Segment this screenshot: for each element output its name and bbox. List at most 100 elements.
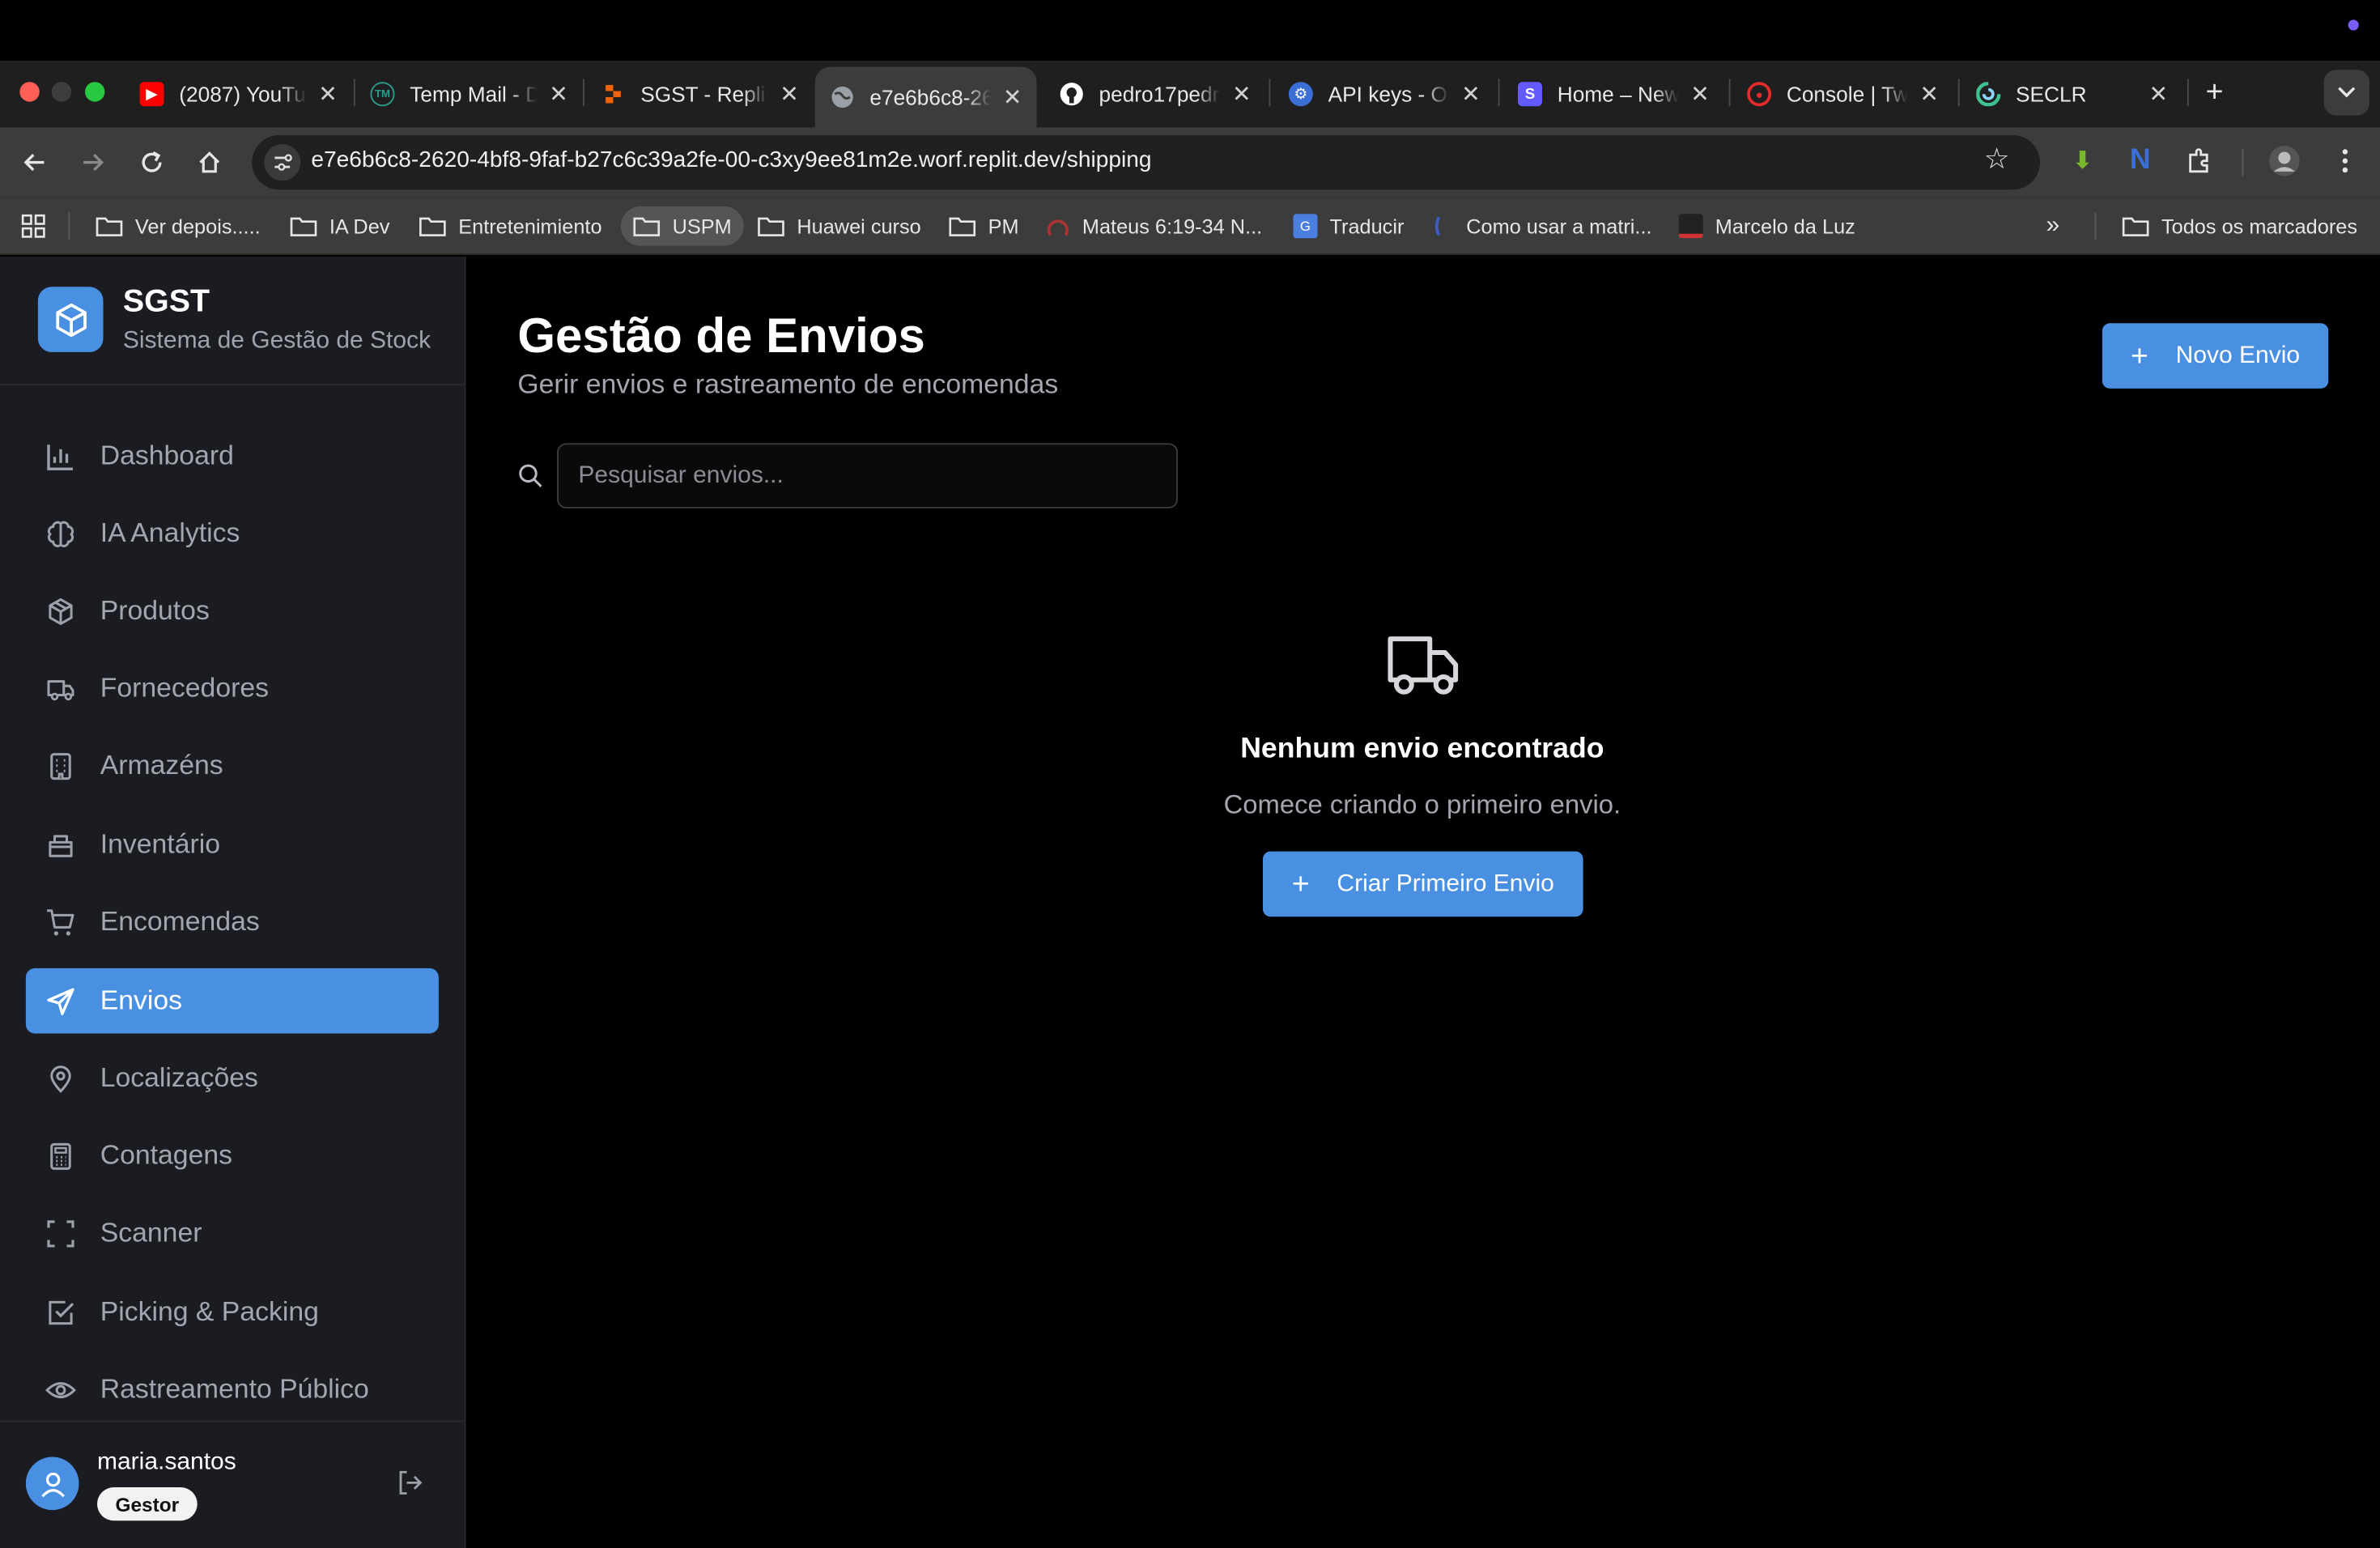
sidebar-item-label: Envios bbox=[100, 985, 183, 1016]
sidebar-item-dashboard[interactable]: Dashboard bbox=[26, 423, 439, 489]
brand-title: SGST bbox=[122, 283, 210, 319]
bookmark-label: Huawei curso bbox=[797, 215, 921, 238]
sidebar-item-localizacoes[interactable]: Localizações bbox=[26, 1046, 439, 1112]
back-button[interactable] bbox=[15, 142, 55, 182]
brain-icon bbox=[44, 517, 77, 550]
sidebar-item-label: Contagens bbox=[100, 1139, 233, 1171]
close-window-button[interactable] bbox=[19, 82, 40, 102]
logout-icon[interactable] bbox=[396, 1469, 427, 1499]
extensions-puzzle-icon[interactable] bbox=[2181, 142, 2217, 179]
bookmark-star-icon[interactable]: ☆ bbox=[1984, 142, 2010, 177]
search-icon bbox=[517, 463, 543, 489]
close-tab-icon[interactable]: ✕ bbox=[1001, 85, 1025, 111]
url-text[interactable]: e7e6b6c8-2620-4bf8-9faf-b27c6c39a2fe-00-… bbox=[311, 147, 1151, 173]
browser-tab[interactable]: ● Console | Twilio ✕ bbox=[1732, 70, 1953, 118]
map-pin-icon bbox=[44, 1061, 77, 1095]
minimize-window-button[interactable] bbox=[51, 82, 72, 102]
search-input[interactable] bbox=[557, 443, 1178, 508]
sidebar-item-label: Scanner bbox=[100, 1217, 202, 1248]
button-label: Criar Primeiro Envio bbox=[1337, 870, 1554, 896]
scan-icon bbox=[44, 1216, 77, 1249]
browser-tab[interactable]: pedro17pedro ✕ bbox=[1044, 70, 1266, 118]
logo-cube-icon bbox=[37, 287, 104, 352]
sidebar-item-encomendas[interactable]: Encomendas bbox=[26, 889, 439, 955]
home-button[interactable] bbox=[189, 142, 229, 182]
sidebar-item-picking-packing[interactable]: Picking & Packing bbox=[26, 1279, 439, 1345]
arrow-left-icon bbox=[23, 154, 45, 172]
bookmark-link[interactable]: G Traducir bbox=[1284, 206, 1413, 246]
download-extension-icon[interactable]: ⬇ bbox=[2064, 142, 2101, 179]
close-tab-icon[interactable]: ✕ bbox=[2146, 82, 2170, 108]
new-shipment-button[interactable]: + Novo Envio bbox=[2102, 323, 2329, 389]
folder-icon bbox=[758, 215, 785, 236]
sidebar-item-ia-analytics[interactable]: IA Analytics bbox=[26, 501, 439, 567]
sidebar-item-armazens[interactable]: Armazéns bbox=[26, 733, 439, 798]
sidebar-item-produtos[interactable]: Produtos bbox=[26, 578, 439, 644]
tab-title: Home – Newsletter bbox=[1557, 82, 1679, 107]
github-icon bbox=[1060, 82, 1084, 106]
sidebar-item-fornecedores[interactable]: Fornecedores bbox=[26, 656, 439, 721]
bible-app-icon bbox=[1046, 214, 1070, 238]
bookmark-link[interactable]: Marcelo da Luz bbox=[1670, 206, 1865, 246]
all-bookmarks-folder[interactable]: Todos os marcadores bbox=[2113, 206, 2366, 246]
twilio-icon: ● bbox=[1747, 82, 1772, 107]
browser-tab[interactable]: TM Temp Mail - Disposable ✕ bbox=[355, 70, 583, 118]
translate-icon: G bbox=[1293, 214, 1318, 239]
browser-tab-active[interactable]: e7e6b6c8-2620 ✕ bbox=[814, 66, 1037, 128]
replit-icon bbox=[601, 82, 626, 106]
browser-tab[interactable]: SGST - Replit ✕ bbox=[586, 70, 814, 118]
reload-icon bbox=[142, 151, 162, 172]
close-tab-icon[interactable]: ✕ bbox=[777, 82, 801, 108]
sidebar-item-scanner[interactable]: Scanner bbox=[26, 1201, 439, 1266]
close-tab-icon[interactable]: ✕ bbox=[1917, 82, 1941, 108]
maximize-window-button[interactable] bbox=[85, 82, 105, 102]
youtube-icon: ▶ bbox=[139, 82, 164, 107]
tab-separator bbox=[1498, 79, 1500, 107]
close-tab-icon[interactable]: ✕ bbox=[1230, 82, 1254, 108]
page-subtitle: Gerir envios e rastreamento de encomenda… bbox=[517, 368, 1059, 399]
apps-grid-icon[interactable] bbox=[12, 206, 55, 246]
tab-separator bbox=[1957, 79, 1960, 107]
archive-icon bbox=[44, 828, 77, 861]
new-tab-button[interactable]: + bbox=[2195, 73, 2234, 113]
sidebar-item-contagens[interactable]: Contagens bbox=[26, 1123, 439, 1189]
browser-tab[interactable]: ▶ (2087) YouTube ✕ bbox=[125, 70, 352, 118]
bookmark-folder[interactable]: PM bbox=[940, 206, 1028, 246]
browser-menu-icon[interactable] bbox=[2327, 142, 2363, 179]
folder-icon bbox=[290, 215, 317, 236]
close-tab-icon[interactable]: ✕ bbox=[546, 82, 571, 108]
forward-button[interactable] bbox=[73, 142, 113, 182]
sidebar-item-label: IA Analytics bbox=[100, 517, 240, 548]
sidebar-item-rastreamento-publico[interactable]: Rastreamento Público bbox=[26, 1357, 439, 1423]
browser-tab[interactable]: S Home – Newsletter ✕ bbox=[1502, 70, 1724, 118]
sidebar-item-envios[interactable]: Envios bbox=[25, 968, 439, 1034]
profile-avatar-icon[interactable] bbox=[2266, 142, 2302, 179]
bookmark-folder[interactable]: USPM bbox=[620, 206, 744, 246]
bookmark-label: Ver depois..... bbox=[134, 215, 261, 238]
bookmark-link[interactable]: Como usar a matri... bbox=[1424, 206, 1661, 246]
chevron-down-icon bbox=[2338, 87, 2356, 98]
browser-tab[interactable]: SECLR ✕ bbox=[1961, 70, 2183, 118]
site-settings-icon[interactable] bbox=[264, 144, 301, 181]
close-tab-icon[interactable]: ✕ bbox=[1688, 82, 1712, 108]
sidebar-item-label: Fornecedores bbox=[100, 672, 269, 703]
bookmark-label: PM bbox=[988, 215, 1019, 238]
bookmark-folder[interactable]: Entretenimiento bbox=[410, 206, 611, 246]
bookmark-folder[interactable]: Ver depois..... bbox=[87, 206, 270, 246]
reload-button[interactable] bbox=[132, 142, 172, 182]
close-tab-icon[interactable]: ✕ bbox=[316, 82, 340, 108]
empty-state-subtitle: Comece criando o primeiro envio. bbox=[1223, 789, 1621, 820]
sidebar-item-inventario[interactable]: Inventário bbox=[26, 812, 439, 878]
bookmark-folder[interactable]: IA Dev bbox=[281, 206, 399, 246]
site-thumbnail-icon bbox=[1678, 214, 1703, 239]
bookmark-link[interactable]: Mateus 6:19-34 N... bbox=[1037, 206, 1272, 246]
more-bookmarks-chevron-icon[interactable]: » bbox=[2037, 206, 2068, 246]
bookmark-folder[interactable]: Huawei curso bbox=[748, 206, 930, 246]
tab-search-button[interactable] bbox=[2323, 70, 2369, 116]
sidebar-item-label: Inventário bbox=[100, 828, 220, 859]
tab-separator bbox=[583, 79, 584, 107]
browser-tab[interactable]: ⚙ API keys - OpenAI ✕ bbox=[1273, 70, 1495, 118]
n-extension-icon[interactable]: N bbox=[2122, 142, 2158, 179]
create-first-shipment-button[interactable]: + Criar Primeiro Envio bbox=[1263, 851, 1583, 917]
close-tab-icon[interactable]: ✕ bbox=[1459, 82, 1483, 108]
